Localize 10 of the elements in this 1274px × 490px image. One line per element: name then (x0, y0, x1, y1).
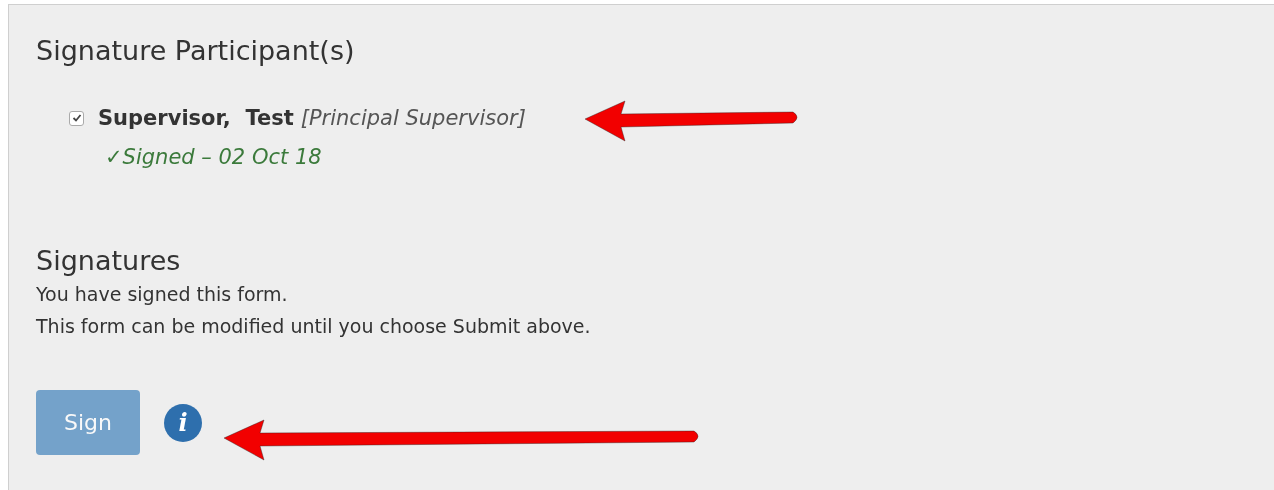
info-text: You have signed this form. (36, 282, 288, 307)
signed-status: ✓Signed – 02 Oct 18 (105, 145, 322, 169)
info-icon[interactable]: i (164, 403, 202, 442)
section-heading: Signature Participant(s) (36, 35, 355, 66)
participant-role: [Principal Supervisor] (300, 106, 526, 130)
info-text: This form can be modified until you choose Submit above. (36, 314, 591, 339)
participant-name: Supervisor, Test (98, 106, 294, 130)
checkbox[interactable] (69, 110, 84, 126)
section-heading: Signatures (36, 245, 181, 276)
checkmark-icon (71, 113, 82, 123)
